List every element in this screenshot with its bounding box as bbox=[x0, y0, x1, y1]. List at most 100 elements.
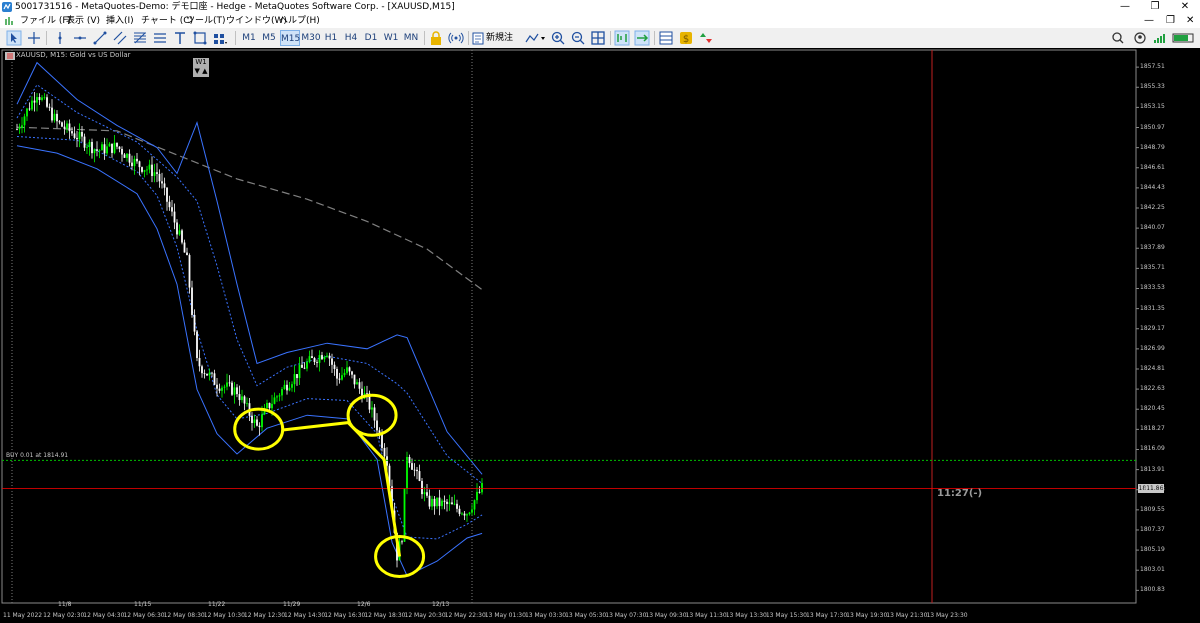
menu-insert[interactable]: 挿入(I) bbox=[106, 14, 134, 28]
signal-icon[interactable] bbox=[448, 30, 464, 46]
templates-icon[interactable] bbox=[658, 30, 674, 46]
candle-bear bbox=[268, 402, 271, 409]
price-chart[interactable] bbox=[0, 48, 1200, 623]
candle-bear bbox=[238, 394, 241, 401]
time-tick-label: 13 May 07:30 bbox=[605, 612, 647, 619]
mdi-close-button[interactable]: ✕ bbox=[1186, 14, 1194, 28]
week-separator-label: 11/22 bbox=[208, 601, 226, 608]
shapes-icon[interactable] bbox=[192, 30, 208, 46]
timeframe-w1[interactable]: W1 bbox=[382, 30, 400, 46]
candle-bear bbox=[51, 107, 53, 121]
candle-bear bbox=[331, 358, 333, 365]
menu-window[interactable]: ウインドウ(W) bbox=[226, 14, 287, 28]
signals-market-icon[interactable] bbox=[698, 30, 714, 46]
chart-shift-icon[interactable] bbox=[614, 30, 630, 46]
price-tick-label: 1824.81 bbox=[1140, 364, 1165, 372]
plot-frame bbox=[1, 49, 1137, 604]
timeframe-m1[interactable]: M1 bbox=[240, 30, 258, 46]
time-tick-label: 13 May 21:30 bbox=[886, 612, 928, 619]
lock-icon[interactable] bbox=[428, 30, 444, 46]
algo-trading-icon[interactable] bbox=[524, 30, 546, 46]
mdi-minimize-button[interactable]: — bbox=[1144, 14, 1154, 28]
candle-bull bbox=[108, 143, 111, 147]
chart-window-icon bbox=[5, 52, 15, 60]
candle-bear bbox=[198, 357, 201, 367]
candle-bull bbox=[246, 403, 248, 404]
candle-bull bbox=[143, 170, 146, 172]
time-tick-label: 13 May 13:30 bbox=[725, 612, 767, 619]
timeframe-m15[interactable]: M15 bbox=[280, 30, 300, 46]
candle-bear bbox=[366, 393, 368, 395]
mdi-restore-button[interactable]: ❐ bbox=[1166, 14, 1175, 28]
menu-help[interactable]: ヘルプ(H) bbox=[279, 14, 320, 28]
candle-bear bbox=[446, 501, 448, 504]
text-tool-icon[interactable] bbox=[172, 30, 188, 46]
time-tick-label: 12 May 18:30 bbox=[364, 612, 406, 619]
candle-bull bbox=[23, 116, 26, 126]
candle-bear bbox=[103, 144, 106, 154]
close-button[interactable]: ✕ bbox=[1170, 0, 1200, 14]
equidistant-channel-icon[interactable] bbox=[152, 30, 168, 46]
trendline-icon[interactable] bbox=[92, 30, 108, 46]
timeframe-mn[interactable]: MN bbox=[402, 30, 420, 46]
title-bar: 5001731516 - MetaQuotes-Demo: デモ口座 - Hed… bbox=[0, 0, 1200, 14]
period-badge-arrows[interactable]: ▼ ▲ bbox=[193, 67, 209, 76]
vertical-line-icon[interactable] bbox=[52, 30, 68, 46]
time-tick-label: 12 May 16:30 bbox=[324, 612, 366, 619]
community-icon[interactable] bbox=[1132, 30, 1148, 46]
channel-icon[interactable] bbox=[112, 30, 128, 46]
fibonacci-icon[interactable] bbox=[132, 30, 148, 46]
candle-bull bbox=[346, 367, 348, 373]
restore-button[interactable]: ❐ bbox=[1140, 0, 1170, 14]
chart-area[interactable]: XAUUSD, M15: Gold vs US Dollar W1 ▼ ▲ BU… bbox=[0, 48, 1200, 623]
candle-bull bbox=[36, 97, 38, 103]
time-tick-label: 13 May 05:30 bbox=[565, 612, 607, 619]
candle-bull bbox=[441, 500, 443, 507]
candle-bear bbox=[96, 149, 98, 151]
timeframe-h1[interactable]: H1 bbox=[322, 30, 340, 46]
timeframe-m30[interactable]: M30 bbox=[301, 30, 321, 46]
connection-status-icon bbox=[1152, 30, 1168, 46]
candle-bull bbox=[473, 500, 476, 510]
menu-file[interactable]: ファイル (F) bbox=[20, 14, 71, 28]
candle-bull bbox=[66, 123, 68, 129]
period-badge-label: W1 bbox=[195, 58, 207, 66]
candle-bear bbox=[81, 131, 83, 137]
candle-bear bbox=[211, 372, 213, 374]
chart-menu-icon[interactable] bbox=[5, 16, 15, 26]
candle-bull bbox=[271, 403, 273, 409]
candle-bear bbox=[176, 222, 178, 235]
cursor-tool-icon[interactable] bbox=[6, 30, 22, 46]
tile-windows-icon[interactable] bbox=[590, 30, 606, 46]
crosshair-icon[interactable] bbox=[26, 30, 42, 46]
timeframe-m5[interactable]: M5 bbox=[260, 30, 278, 46]
candle-bull bbox=[41, 97, 43, 100]
timeframe-h4[interactable]: H4 bbox=[342, 30, 360, 46]
horizontal-line-icon[interactable] bbox=[72, 30, 88, 46]
candle-bull bbox=[153, 172, 156, 176]
candle-bear bbox=[478, 491, 481, 493]
new-order-button[interactable]: 新規注文 bbox=[472, 30, 520, 59]
candle-bear bbox=[196, 331, 198, 358]
menu-tools[interactable]: ツール(T) bbox=[186, 14, 226, 28]
menu-view[interactable]: 表示 (V) bbox=[66, 14, 100, 28]
candle-bear bbox=[216, 384, 218, 389]
minimize-button[interactable]: — bbox=[1110, 0, 1140, 14]
timeframe-d1[interactable]: D1 bbox=[362, 30, 380, 46]
price-tick-label: 1848.79 bbox=[1140, 143, 1165, 151]
objects-menu-icon[interactable] bbox=[212, 30, 228, 46]
zoom-in-icon[interactable] bbox=[550, 30, 566, 46]
autoscroll-icon[interactable] bbox=[634, 30, 650, 46]
search-icon[interactable] bbox=[1110, 30, 1126, 46]
candle-bear bbox=[191, 287, 193, 315]
time-tick-label: 12 May 04:30 bbox=[83, 612, 125, 619]
coin-icon[interactable]: $ bbox=[678, 30, 694, 46]
period-badge[interactable]: W1 ▼ ▲ bbox=[193, 58, 209, 77]
candle-bull bbox=[471, 509, 473, 513]
zoom-out-icon[interactable] bbox=[570, 30, 586, 46]
candle-bear bbox=[161, 181, 163, 184]
candle-bull bbox=[78, 131, 81, 140]
time-tick-label: 12 May 14:30 bbox=[284, 612, 326, 619]
candle-bear bbox=[73, 133, 76, 138]
candle-bull bbox=[106, 146, 108, 154]
